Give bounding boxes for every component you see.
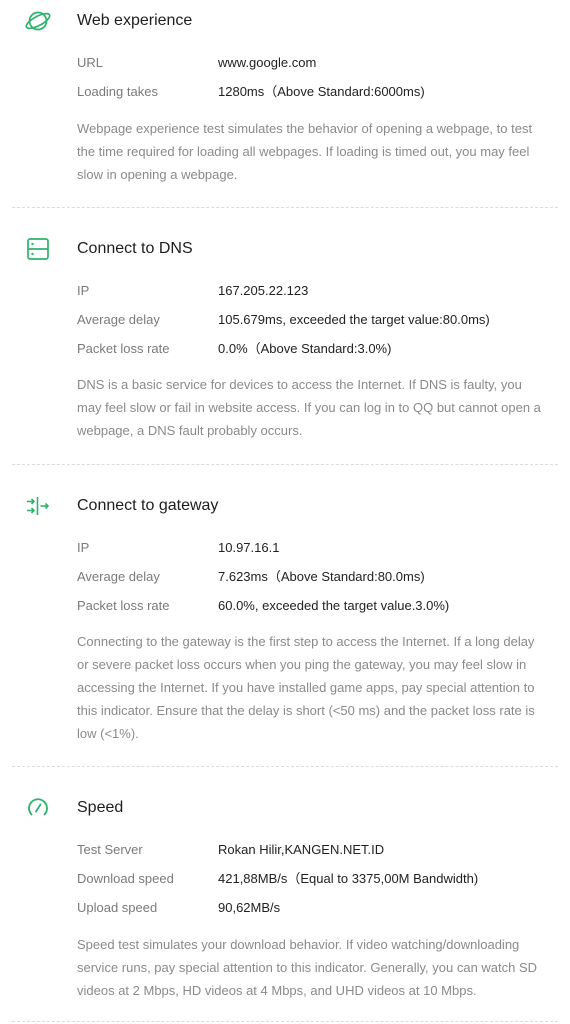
row-label: Packet loss rate [77,598,170,613]
info-row: Average delay 105.679ms, exceeded the ta… [0,310,570,330]
row-value: 1280ms（Above Standard:6000ms) [218,84,425,99]
section-divider [12,464,558,465]
speedometer-icon [28,798,48,816]
section-divider [12,766,558,767]
row-value: www.google.com [218,55,317,70]
section-divider [12,207,558,208]
section-description: Speed test simulates your download behav… [77,937,538,998]
row-label: IP [77,540,90,555]
row-label: URL [77,55,104,70]
info-row: Packet loss rate 0.0%（Above Standard:3.0… [0,339,570,359]
row-label: Upload speed [77,900,158,915]
info-row: IP 167.205.22.123 [0,281,570,301]
row-label: Packet loss rate [77,341,170,356]
section-description: DNS is a basic service for devices to ac… [77,377,541,438]
section-title: Connect to gateway [77,497,219,514]
info-row: Packet loss rate 60.0%, exceeded the tar… [0,596,570,616]
section-title: Connect to DNS [77,240,193,257]
row-value: 10.97.16.1 [218,540,280,555]
gateway-icon [27,497,50,515]
row-label: Average delay [77,312,160,327]
row-value: 7.623ms（Above Standard:80.0ms) [218,569,425,584]
row-value: 167.205.22.123 [218,283,309,298]
row-label: IP [77,283,90,298]
row-value: 421,88MB/s（Equal to 3375,00M Bandwidth) [218,871,479,886]
info-row: Test Server Rokan Hilir,KANGEN.NET.ID [0,840,570,860]
row-value: 90,62MB/s [218,900,281,915]
info-row: Loading takes 1280ms（Above Standard:6000… [0,82,570,102]
section-title: Speed [77,799,124,816]
info-row: Upload speed 90,62MB/s [0,898,570,918]
row-label: Download speed [77,871,174,886]
info-row: URL www.google.com [0,53,570,73]
section-divider [12,1021,558,1022]
info-row: IP 10.97.16.1 [0,538,570,558]
row-label: Loading takes [77,84,158,99]
row-value: 60.0%, exceeded the target value.3.0%) [218,598,450,613]
row-value: Rokan Hilir,KANGEN.NET.ID [218,842,385,857]
server-icon [27,238,49,260]
row-label: Average delay [77,569,160,584]
section-description: Webpage experience test simulates the be… [77,121,533,182]
info-row: Download speed 421,88MB/s（Equal to 3375,… [0,869,570,889]
globe-icon [25,11,51,31]
row-value: 0.0%（Above Standard:3.0%) [218,341,392,356]
section-title: Web experience [77,12,193,29]
info-row: Average delay 7.623ms（Above Standard:80.… [0,567,570,587]
section-description: Connecting to the gateway is the first s… [77,634,535,741]
row-label: Test Server [77,842,143,857]
row-value: 105.679ms, exceeded the target value:80.… [218,312,490,327]
